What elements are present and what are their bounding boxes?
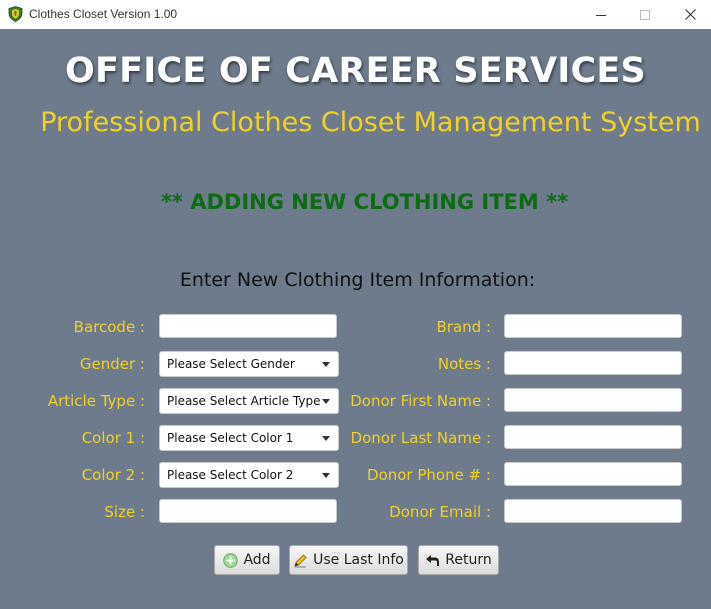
gender-select[interactable]: Please Select Gender xyxy=(159,351,339,377)
chevron-down-icon xyxy=(322,361,330,367)
minimize-button[interactable] xyxy=(578,0,624,29)
minimize-icon xyxy=(596,14,606,16)
color1-select-value: Please Select Color 1 xyxy=(167,431,294,445)
system-subheading: Professional Clothes Closet Management S… xyxy=(40,107,701,138)
chevron-down-icon xyxy=(322,472,330,478)
color2-label: Color 2 : xyxy=(81,466,145,484)
notes-label: Notes : xyxy=(437,355,491,373)
brand-label: Brand : xyxy=(436,318,492,336)
shield-crest-icon xyxy=(8,6,23,22)
gender-label: Gender : xyxy=(79,355,145,373)
article-type-label: Article Type : xyxy=(47,392,145,410)
notes-input[interactable] xyxy=(504,351,682,375)
donor-first-name-input[interactable] xyxy=(504,388,682,412)
donor-first-name-label: Donor First Name : xyxy=(350,392,491,410)
use-last-info-button[interactable]: Use Last Info xyxy=(289,545,408,575)
instruction-text: Enter New Clothing Item Information: xyxy=(179,269,536,291)
return-button-label: Return xyxy=(445,552,492,568)
close-icon xyxy=(684,9,696,20)
chevron-down-icon xyxy=(322,435,330,441)
mode-heading: ** ADDING NEW CLOTHING ITEM ** xyxy=(160,190,569,214)
donor-phone-input[interactable] xyxy=(504,462,682,486)
donor-phone-label: Donor Phone # : xyxy=(367,466,491,484)
gender-select-value: Please Select Gender xyxy=(167,357,295,371)
donor-email-input[interactable] xyxy=(504,499,682,523)
window-title: Clothes Closet Version 1.00 xyxy=(29,7,178,21)
window-titlebar: Clothes Closet Version 1.00 xyxy=(0,0,711,29)
main-content: OFFICE OF CAREER SERVICES Professional C… xyxy=(0,29,711,609)
donor-last-name-input[interactable] xyxy=(504,425,682,449)
barcode-input[interactable] xyxy=(159,314,337,338)
maximize-button[interactable] xyxy=(622,0,668,29)
color2-select-value: Please Select Color 2 xyxy=(167,468,294,482)
pencil-icon xyxy=(294,553,307,567)
add-button[interactable]: Add xyxy=(214,545,280,575)
color1-select[interactable]: Please Select Color 1 xyxy=(159,425,339,451)
color2-select[interactable]: Please Select Color 2 xyxy=(159,462,339,488)
barcode-label: Barcode : xyxy=(73,318,145,336)
close-button[interactable] xyxy=(667,0,711,29)
size-label: Size : xyxy=(104,503,145,521)
brand-input[interactable] xyxy=(504,314,682,338)
maximize-icon xyxy=(640,9,650,20)
office-heading: OFFICE OF CAREER SERVICES xyxy=(65,51,646,91)
color1-label: Color 1 : xyxy=(81,429,145,447)
article-type-select[interactable]: Please Select Article Type xyxy=(159,388,339,414)
add-button-label: Add xyxy=(243,552,271,568)
donor-email-label: Donor Email : xyxy=(389,503,491,521)
donor-last-name-label: Donor Last Name : xyxy=(350,429,491,447)
plus-circle-icon xyxy=(223,552,239,568)
chevron-down-icon xyxy=(322,398,330,404)
return-arrow-icon xyxy=(426,554,440,566)
article-type-select-value: Please Select Article Type xyxy=(167,394,321,408)
return-button[interactable]: Return xyxy=(418,545,499,575)
use-last-info-button-label: Use Last Info xyxy=(313,552,404,568)
size-input[interactable] xyxy=(159,499,337,523)
